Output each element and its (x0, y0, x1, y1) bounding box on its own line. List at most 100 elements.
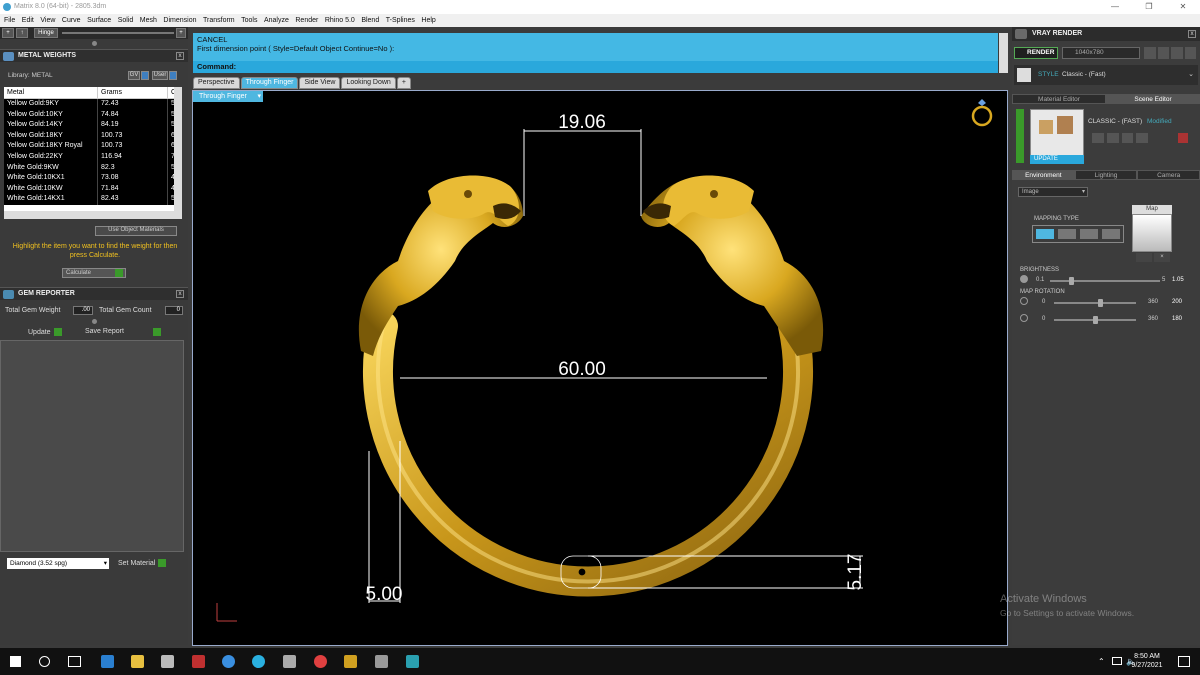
user-button[interactable]: User (152, 71, 168, 80)
scene-expand-handle[interactable] (1016, 109, 1024, 163)
mapping-flat-icon[interactable] (1036, 229, 1054, 239)
app-icon[interactable] (406, 655, 419, 668)
dimension-band-height[interactable]: 5.17 (845, 554, 866, 591)
toolstrip-slider[interactable] (62, 32, 174, 34)
table-row[interactable]: White Gold:10KW 71.84 4 (4, 183, 182, 195)
load-icon[interactable] (1106, 133, 1119, 143)
tab-side-view[interactable]: Side View (299, 77, 341, 89)
mapping-box-icon[interactable] (1058, 229, 1076, 239)
copy-icon[interactable] (1121, 133, 1134, 143)
dimension-band-width[interactable]: 5.00 (366, 584, 403, 605)
table-row[interactable]: Yellow Gold:22KY 116.94 7 (4, 151, 182, 163)
menu-tsplines[interactable]: T-Splines (386, 17, 415, 24)
maximize-button[interactable]: ❐ (1132, 0, 1166, 14)
menu-tools[interactable]: Tools (241, 17, 257, 24)
save-report-button[interactable]: Save Report (85, 328, 124, 335)
taskbar-clock[interactable]: 8:50 AM 9/27/2021 (1128, 652, 1166, 670)
menu-help[interactable]: Help (421, 17, 435, 24)
matrix-app-icon[interactable] (344, 655, 357, 668)
app-icon[interactable] (375, 655, 388, 668)
menu-curve[interactable]: Curve (62, 17, 81, 24)
file-explorer-icon[interactable] (131, 655, 144, 668)
resolution-field[interactable]: 1040x780 (1062, 47, 1140, 59)
table-row[interactable]: Yellow Gold:18KY 100.73 6 (4, 130, 182, 142)
menu-file[interactable]: File (4, 17, 15, 24)
search-icon[interactable] (39, 656, 50, 667)
pause-icon[interactable] (1157, 47, 1169, 59)
menu-transform[interactable]: Transform (203, 17, 235, 24)
tab-environment[interactable]: Environment (1012, 170, 1075, 180)
style-row[interactable]: STYLE Classic - (Fast) ⌄ (1014, 65, 1198, 85)
menu-solid[interactable]: Solid (118, 17, 134, 24)
user-toggle[interactable] (169, 71, 177, 80)
map-pick-icon[interactable] (1136, 253, 1152, 262)
table-row[interactable]: Yellow Gold:14KY 84.19 5 (4, 120, 182, 131)
viewport[interactable]: 19.06 60.00 5.00 5.17 (192, 90, 1008, 646)
menu-render[interactable]: Render (295, 17, 318, 24)
brightness-value[interactable]: 1.05 (1172, 277, 1184, 283)
update-button[interactable]: UPDATE (1030, 155, 1084, 164)
column-grams[interactable]: Grams (98, 87, 168, 98)
settings-icon[interactable] (1136, 133, 1148, 143)
rotation-h-slider[interactable] (1054, 299, 1136, 307)
table-row[interactable]: Yellow Gold:10KY 74.84 5 (4, 109, 182, 121)
table-vertical-scrollbar[interactable] (174, 87, 182, 211)
rot2-value[interactable]: 180 (1172, 316, 1182, 322)
delete-icon[interactable] (1178, 133, 1188, 143)
column-metal[interactable]: Metal (4, 87, 98, 98)
tab-through-finger[interactable]: Through Finger (240, 77, 299, 89)
gv-toggle[interactable] (141, 71, 149, 80)
map-thumbnail[interactable] (1132, 214, 1172, 252)
task-view-icon[interactable] (68, 656, 81, 667)
use-object-materials-checkbox[interactable]: Use Object Materials (95, 226, 177, 236)
calculate-button[interactable]: Calculate (62, 268, 126, 278)
app-icon[interactable] (161, 655, 174, 668)
notifications-icon[interactable] (1178, 656, 1190, 667)
tab-camera[interactable]: Camera (1137, 170, 1200, 180)
viewport-canvas[interactable]: 19.06 60.00 5.00 5.17 (193, 91, 1009, 647)
render-button[interactable]: RENDER (1014, 47, 1058, 59)
rotation-v-slider[interactable] (1054, 316, 1136, 324)
update-button[interactable]: Update (28, 328, 62, 336)
tab-add[interactable]: + (396, 77, 411, 89)
menu-surface[interactable]: Surface (87, 17, 111, 24)
tray-chevron-up-icon[interactable]: ⌃ (1098, 657, 1105, 666)
stop-icon[interactable] (1171, 47, 1183, 59)
table-horizontal-scrollbar[interactable] (4, 211, 182, 219)
table-row[interactable]: Yellow Gold:9KY 72.43 5 (4, 99, 182, 110)
dimension-top-gap[interactable]: 19.06 (558, 112, 606, 133)
dimension-inner-diameter[interactable]: 60.00 (558, 359, 606, 380)
menu-mesh[interactable]: Mesh (140, 17, 157, 24)
tab-perspective[interactable]: Perspective (193, 77, 240, 89)
edge-icon[interactable] (101, 655, 114, 668)
close-icon[interactable]: x (176, 290, 184, 298)
close-icon[interactable]: x (176, 52, 184, 60)
windows-start-icon[interactable] (10, 656, 21, 667)
menu-edit[interactable]: Edit (22, 17, 34, 24)
menu-analyze[interactable]: Analyze (264, 17, 289, 24)
expand-icon[interactable]: + (176, 28, 186, 38)
add-icon[interactable]: + (2, 28, 14, 38)
table-row[interactable]: White Gold:14KX1 82.43 5 (4, 194, 182, 205)
material-select[interactable]: Diamond (3.52 spg) ▾ (7, 558, 109, 569)
rot1-value[interactable]: 200 (1172, 299, 1182, 305)
mapping-cylinder-icon[interactable] (1102, 229, 1120, 239)
menu-rhino[interactable]: Rhino 5.0 (325, 17, 355, 24)
mapping-sphere-icon[interactable] (1080, 229, 1098, 239)
command-input[interactable]: Command: (193, 61, 998, 73)
gv-button[interactable]: GV (128, 71, 140, 80)
app-icon[interactable] (192, 655, 205, 668)
zoom-icon[interactable] (222, 655, 235, 668)
splitter-handle[interactable] (92, 319, 97, 324)
table-row[interactable]: White Gold:9KW 82.3 5 (4, 162, 182, 174)
tab-scene-editor[interactable]: Scene Editor (1106, 94, 1200, 104)
save-report-play-icon[interactable] (153, 328, 161, 336)
brightness-slider[interactable] (1050, 277, 1160, 285)
save-icon[interactable] (1092, 133, 1104, 143)
tab-lighting[interactable]: Lighting (1074, 170, 1138, 180)
command-input-scroll[interactable] (999, 61, 1008, 73)
fullscreen-icon[interactable] (1184, 47, 1196, 59)
hinge-button[interactable]: Hinge (34, 28, 58, 38)
close-button[interactable]: ✕ (1166, 0, 1200, 14)
table-row[interactable]: White Gold:10KX1 73.08 4 (4, 173, 182, 184)
